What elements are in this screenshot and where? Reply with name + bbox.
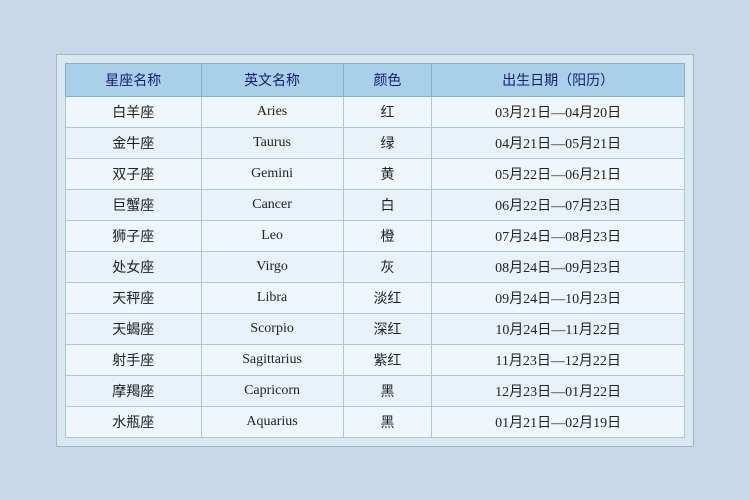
- cell-r0-c1: Aries: [201, 96, 343, 127]
- table-row: 水瓶座Aquarius黑01月21日—02月19日: [66, 406, 685, 437]
- table-header-row: 星座名称 英文名称 颜色 出生日期（阳历）: [66, 63, 685, 96]
- cell-r3-c0: 巨蟹座: [66, 189, 202, 220]
- cell-r4-c2: 橙: [343, 220, 432, 251]
- cell-r10-c1: Aquarius: [201, 406, 343, 437]
- table-row: 双子座Gemini黄05月22日—06月21日: [66, 158, 685, 189]
- zodiac-table: 星座名称 英文名称 颜色 出生日期（阳历） 白羊座Aries红03月21日—04…: [65, 63, 685, 438]
- col-header-english-name: 英文名称: [201, 63, 343, 96]
- cell-r6-c0: 天秤座: [66, 282, 202, 313]
- cell-r5-c0: 处女座: [66, 251, 202, 282]
- cell-r0-c2: 红: [343, 96, 432, 127]
- cell-r0-c3: 03月21日—04月20日: [432, 96, 685, 127]
- table-row: 金牛座Taurus绿04月21日—05月21日: [66, 127, 685, 158]
- cell-r9-c0: 摩羯座: [66, 375, 202, 406]
- table-row: 狮子座Leo橙07月24日—08月23日: [66, 220, 685, 251]
- cell-r8-c2: 紫红: [343, 344, 432, 375]
- cell-r2-c0: 双子座: [66, 158, 202, 189]
- cell-r7-c0: 天蝎座: [66, 313, 202, 344]
- cell-r6-c2: 淡红: [343, 282, 432, 313]
- cell-r7-c2: 深红: [343, 313, 432, 344]
- cell-r7-c3: 10月24日—11月22日: [432, 313, 685, 344]
- cell-r9-c2: 黑: [343, 375, 432, 406]
- cell-r10-c0: 水瓶座: [66, 406, 202, 437]
- cell-r9-c1: Capricorn: [201, 375, 343, 406]
- cell-r8-c3: 11月23日—12月22日: [432, 344, 685, 375]
- cell-r3-c2: 白: [343, 189, 432, 220]
- cell-r10-c2: 黑: [343, 406, 432, 437]
- cell-r1-c0: 金牛座: [66, 127, 202, 158]
- col-header-birthdate: 出生日期（阳历）: [432, 63, 685, 96]
- cell-r4-c0: 狮子座: [66, 220, 202, 251]
- cell-r4-c3: 07月24日—08月23日: [432, 220, 685, 251]
- cell-r0-c0: 白羊座: [66, 96, 202, 127]
- cell-r4-c1: Leo: [201, 220, 343, 251]
- cell-r6-c3: 09月24日—10月23日: [432, 282, 685, 313]
- zodiac-table-container: 星座名称 英文名称 颜色 出生日期（阳历） 白羊座Aries红03月21日—04…: [56, 54, 694, 447]
- table-row: 射手座Sagittarius紫红11月23日—12月22日: [66, 344, 685, 375]
- cell-r9-c3: 12月23日—01月22日: [432, 375, 685, 406]
- table-row: 天蝎座Scorpio深红10月24日—11月22日: [66, 313, 685, 344]
- cell-r2-c1: Gemini: [201, 158, 343, 189]
- cell-r10-c3: 01月21日—02月19日: [432, 406, 685, 437]
- cell-r5-c3: 08月24日—09月23日: [432, 251, 685, 282]
- cell-r2-c3: 05月22日—06月21日: [432, 158, 685, 189]
- table-row: 巨蟹座Cancer白06月22日—07月23日: [66, 189, 685, 220]
- cell-r5-c1: Virgo: [201, 251, 343, 282]
- table-row: 处女座Virgo灰08月24日—09月23日: [66, 251, 685, 282]
- cell-r3-c1: Cancer: [201, 189, 343, 220]
- cell-r8-c0: 射手座: [66, 344, 202, 375]
- table-row: 摩羯座Capricorn黑12月23日—01月22日: [66, 375, 685, 406]
- cell-r7-c1: Scorpio: [201, 313, 343, 344]
- cell-r1-c1: Taurus: [201, 127, 343, 158]
- table-row: 白羊座Aries红03月21日—04月20日: [66, 96, 685, 127]
- table-row: 天秤座Libra淡红09月24日—10月23日: [66, 282, 685, 313]
- cell-r8-c1: Sagittarius: [201, 344, 343, 375]
- cell-r2-c2: 黄: [343, 158, 432, 189]
- cell-r5-c2: 灰: [343, 251, 432, 282]
- cell-r6-c1: Libra: [201, 282, 343, 313]
- cell-r1-c2: 绿: [343, 127, 432, 158]
- cell-r3-c3: 06月22日—07月23日: [432, 189, 685, 220]
- col-header-chinese-name: 星座名称: [66, 63, 202, 96]
- cell-r1-c3: 04月21日—05月21日: [432, 127, 685, 158]
- col-header-color: 颜色: [343, 63, 432, 96]
